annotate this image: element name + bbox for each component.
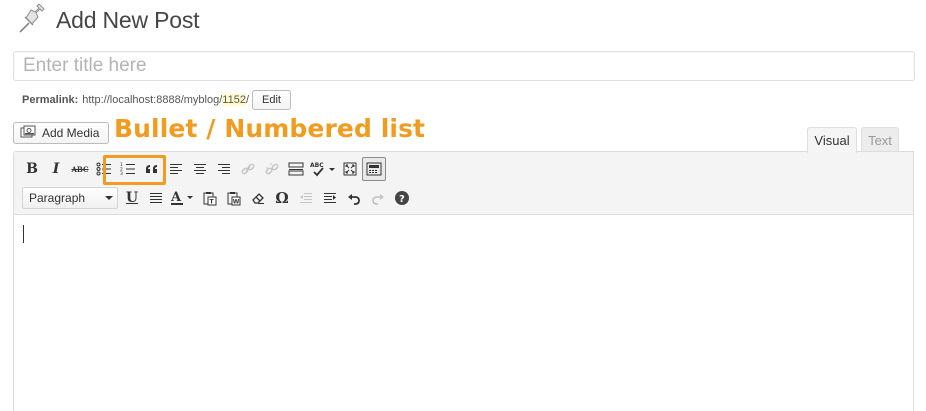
add-media-button[interactable]: Add Media [13,122,110,144]
indent-icon[interactable] [318,186,342,210]
post-editor-page: Add New Post Permalink: http://localhost… [0,0,926,411]
align-center-icon[interactable] [188,157,212,181]
special-character-icon[interactable]: Ω [270,186,294,210]
svg-text:?: ? [399,194,405,205]
outdent-icon[interactable] [294,186,318,210]
underline-icon[interactable]: U [120,186,144,210]
editor-content-area[interactable] [14,216,913,411]
read-more-icon[interactable] [284,157,308,181]
unlink-icon[interactable] [260,157,284,181]
help-icon[interactable]: ? [390,186,414,210]
annotation-label: Bullet / Numbered list [114,114,426,143]
text-color-icon[interactable]: A [168,186,198,210]
svg-text:W: W [233,198,240,205]
permalink-row: Permalink: http://localhost:8888/myblog/… [22,90,291,110]
post-title-input[interactable] [13,51,915,81]
editor-toolbar: B I ABC 1 2 3 ABC Paragraph U A T W Ω ? [14,152,913,215]
format-select[interactable]: Paragraph [22,187,118,209]
align-left-icon[interactable] [164,157,188,181]
blockquote-icon[interactable] [140,157,164,181]
permalink-slug[interactable]: 1152 [222,94,246,106]
svg-text:3: 3 [120,171,123,176]
bullet-list-icon[interactable] [92,157,116,181]
permalink-edit-button[interactable]: Edit [252,90,291,110]
bold-icon[interactable]: B [20,157,44,181]
align-right-icon[interactable] [212,157,236,181]
paste-text-icon[interactable]: T [198,186,222,210]
clear-formatting-icon[interactable] [246,186,270,210]
kitchen-sink-icon[interactable] [362,157,386,181]
page-title: Add New Post [56,6,200,33]
text-cursor [23,225,24,243]
spellcheck-icon[interactable]: ABC [308,157,338,181]
pushpin-icon [16,4,46,36]
undo-icon[interactable] [342,186,366,210]
chevron-down-icon [105,196,113,200]
strikethrough-icon[interactable]: ABC [68,157,92,181]
numbered-list-icon[interactable]: 1 2 3 [116,157,140,181]
page-header: Add New Post [16,4,200,36]
permalink-label: Permalink: [22,94,79,106]
permalink-base-url[interactable]: http://localhost:8888/myblog/ [82,94,222,106]
tab-visual[interactable]: Visual [807,127,857,153]
redo-icon[interactable] [366,186,390,210]
permalink-suffix: / [245,94,249,106]
toolbar-row-1: B I ABC 1 2 3 ABC [20,155,386,183]
paste-word-icon[interactable]: W [222,186,246,210]
add-media-label: Add Media [42,126,100,140]
link-icon[interactable] [236,157,260,181]
format-select-value: Paragraph [29,191,86,205]
editor: B I ABC 1 2 3 ABC Paragraph U A T W Ω ? [13,151,914,411]
fullscreen-icon[interactable] [338,157,362,181]
italic-icon[interactable]: I [44,157,68,181]
justify-icon[interactable] [144,186,168,210]
svg-text:A: A [170,190,182,205]
media-icon [20,125,42,142]
tab-text[interactable]: Text [861,127,899,152]
toolbar-row-2: Paragraph U A T W Ω ? [20,184,414,212]
